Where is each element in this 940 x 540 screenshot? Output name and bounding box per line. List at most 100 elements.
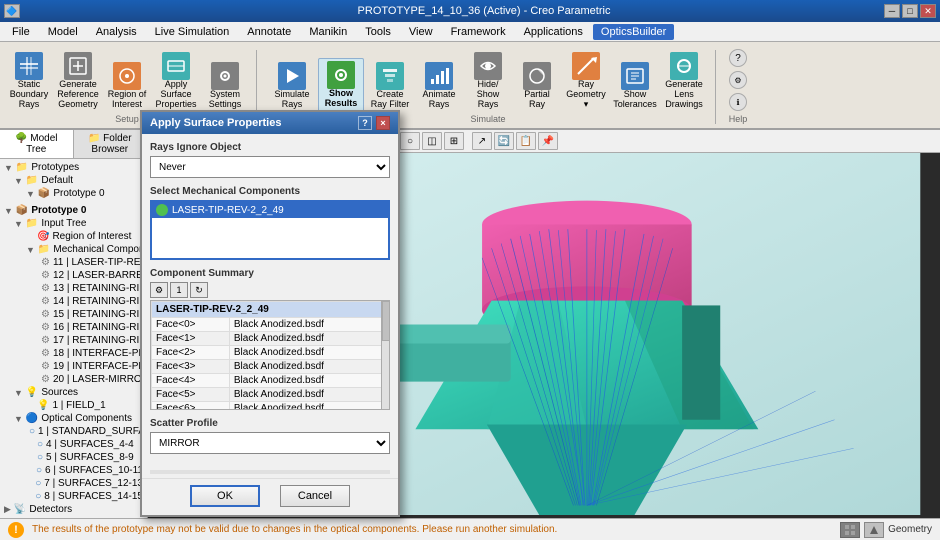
- ribbon-btn-simulate[interactable]: SimulateRays: [269, 60, 315, 112]
- ribbon-btn-show-tolerances[interactable]: ShowTolerances: [612, 60, 658, 112]
- table-row[interactable]: Face<2> Black Anodized.bsdf: [152, 346, 389, 360]
- tab-folder-browser[interactable]: 📁 Folder Browser: [74, 130, 148, 158]
- tree-item-field1[interactable]: 💡 1 | FIELD_1: [2, 399, 145, 412]
- help-btn-3[interactable]: ℹ: [729, 93, 747, 111]
- menu-analysis[interactable]: Analysis: [88, 24, 145, 40]
- menu-annotate[interactable]: Annotate: [239, 24, 299, 40]
- partial-ray-icon: [523, 62, 551, 90]
- rays-ignore-label: Rays Ignore Object: [150, 142, 390, 153]
- menu-live-simulation[interactable]: Live Simulation: [147, 24, 238, 40]
- ribbon-btn-hide-show[interactable]: Hide/Show Rays: [465, 50, 511, 112]
- tree-item-detectors[interactable]: ▶ 📡 Detectors: [2, 503, 145, 516]
- dialog-title-bar[interactable]: Apply Surface Properties ? ×: [142, 112, 398, 134]
- listbox-item-laser-tip[interactable]: LASER-TIP-REV-2_2_49: [152, 202, 388, 218]
- scrollbar-thumb[interactable]: [382, 301, 390, 341]
- rays-ignore-select[interactable]: Never Always Forward Backward: [150, 156, 390, 178]
- tree-item-surfaces-7[interactable]: ○ 7 | SURFACES_12-13: [2, 477, 145, 490]
- ribbon-btn-system-settings[interactable]: SystemSettings: [202, 60, 248, 112]
- scrollbar-track[interactable]: [381, 301, 389, 409]
- tree-item-surfaces-5[interactable]: ○ 5 | SURFACES_8-9: [2, 451, 145, 464]
- tree-item-input-tree[interactable]: ▼ 📁 Input Tree: [2, 217, 145, 230]
- menu-view[interactable]: View: [401, 24, 441, 40]
- tree-item-laser-barrel[interactable]: ⚙ 12 | LASER-BARREL-1_2...: [2, 269, 145, 282]
- menu-tools[interactable]: Tools: [357, 24, 399, 40]
- tree-item-laser-tip[interactable]: ⚙ 11 | LASER-TIP-REV-2_2...: [2, 256, 145, 269]
- ribbon-btn-animate[interactable]: AnimateRays: [416, 60, 462, 112]
- ribbon-btn-static-boundary[interactable]: StaticBoundary Rays: [6, 50, 52, 112]
- table-row[interactable]: Face<5> Black Anodized.bsdf: [152, 388, 389, 402]
- ribbon-btn-region[interactable]: Region ofInterest: [104, 60, 150, 112]
- summary-btn-1[interactable]: ⚙: [150, 282, 168, 298]
- canvas-btn-pin[interactable]: 📌: [538, 132, 558, 150]
- close-button[interactable]: ✕: [920, 4, 936, 18]
- help-btn-2[interactable]: ⚙: [729, 71, 747, 89]
- table-row[interactable]: Face<1> Black Anodized.bsdf: [152, 332, 389, 346]
- table-row[interactable]: Face<6> Black Anodized.bsdf: [152, 402, 389, 411]
- tree-item-mechanical[interactable]: ▼ 📁 Mechanical Components: [2, 243, 145, 256]
- cancel-button[interactable]: Cancel: [280, 485, 350, 507]
- tree-item-surfaces-4[interactable]: ○ 4 | SURFACES_4-4: [2, 438, 145, 451]
- apply-surface-dialog[interactable]: Apply Surface Properties ? × Rays Ignore…: [140, 110, 400, 517]
- canvas-btn-view5[interactable]: ⊞: [444, 132, 464, 150]
- ribbon-btn-show-results[interactable]: ShowResults: [318, 58, 364, 112]
- table-row[interactable]: Face<3> Black Anodized.bsdf: [152, 360, 389, 374]
- ok-button[interactable]: OK: [190, 485, 260, 507]
- tree-item-optical[interactable]: ▼ 🔵 Optical Components: [2, 412, 145, 425]
- tree-item-prototype0-sub[interactable]: ▼ 📦 Prototype 0: [2, 187, 145, 200]
- menu-applications[interactable]: Applications: [516, 24, 591, 40]
- tree-item-surfaces-8[interactable]: ○ 8 | SURFACES_14-15: [2, 490, 145, 503]
- tab-model-tree[interactable]: 🌳 Model Tree: [0, 130, 74, 158]
- canvas-btn-clip[interactable]: 📋: [516, 132, 536, 150]
- tree-item-surfaces-1[interactable]: ○ 1 | STANDARD_SURFA...: [2, 425, 145, 438]
- canvas-btn-view4[interactable]: ◫: [422, 132, 442, 150]
- dialog-footer: OK Cancel: [142, 478, 398, 515]
- panel-tabs: 🌳 Model Tree 📁 Folder Browser: [0, 130, 147, 159]
- tree-item-region[interactable]: 🎯 Region of Interest: [2, 230, 145, 243]
- help-btn-1[interactable]: ?: [729, 49, 747, 67]
- tree-item-interface-19[interactable]: ⚙ 19 | INTERFACE-PLATE-4...: [2, 360, 145, 373]
- table-row[interactable]: Face<0> Black Anodized.bsdf: [152, 318, 389, 332]
- minimize-button[interactable]: ─: [884, 4, 900, 18]
- animate-label: AnimateRays: [422, 90, 455, 110]
- geometry-label: Geometry: [888, 524, 932, 535]
- tree-area[interactable]: ▼ 📁 Prototypes ▼ 📁 Default ▼ 📦 Prototype…: [0, 159, 147, 518]
- system-settings-label: SystemSettings: [209, 90, 242, 110]
- tree-item-retaining-15[interactable]: ⚙ 15 | RETAINING-RING-6...: [2, 308, 145, 321]
- title-bar: 🔷 PROTOTYPE_14_10_36 (Active) - Creo Par…: [0, 0, 940, 22]
- tree-item-laser-mirror[interactable]: ⚙ 20 | LASER-MIRROR-MOU...: [2, 373, 145, 386]
- table-row[interactable]: Face<4> Black Anodized.bsdf: [152, 374, 389, 388]
- canvas-btn-view3[interactable]: ○: [400, 132, 420, 150]
- menu-file[interactable]: File: [4, 24, 38, 40]
- tree-item-prototypes[interactable]: ▼ 📁 Prototypes: [2, 161, 145, 174]
- ribbon-btn-generate-lens[interactable]: Generate LensDrawings: [661, 50, 707, 112]
- ribbon-btn-partial-ray[interactable]: PartialRay: [514, 60, 560, 112]
- tree-item-interface-18[interactable]: ⚙ 18 | INTERFACE-PIPE-3...: [2, 347, 145, 360]
- ribbon-btn-apply-surface[interactable]: Apply SurfaceProperties: [153, 50, 199, 112]
- ribbon-btn-ray-geometry[interactable]: RayGeometry ▾: [563, 50, 609, 112]
- menu-model[interactable]: Model: [40, 24, 86, 40]
- dialog-help-button[interactable]: ?: [358, 116, 372, 130]
- tree-item-retaining-17[interactable]: ⚙ 17 | RETAINING-RING-6...: [2, 334, 145, 347]
- summary-btn-2[interactable]: 1: [170, 282, 188, 298]
- tree-item-prototype0-main[interactable]: ▼ 📦 Prototype 0: [2, 204, 145, 217]
- tree-item-sources[interactable]: ▼ 💡 Sources: [2, 386, 145, 399]
- tree-item-retaining-14[interactable]: ⚙ 14 | RETAINING-RING-6...: [2, 295, 145, 308]
- summary-btn-refresh[interactable]: ↻: [190, 282, 208, 298]
- maximize-button[interactable]: □: [902, 4, 918, 18]
- tree-item-surfaces-6[interactable]: ○ 6 | SURFACES_10-11: [2, 464, 145, 477]
- menu-manikin[interactable]: Manikin: [301, 24, 355, 40]
- tree-item-default[interactable]: ▼ 📁 Default: [2, 174, 145, 187]
- ribbon-btn-create-filter[interactable]: CreateRay Filter: [367, 60, 413, 112]
- menu-opticsbuilder[interactable]: OpticsBuilder: [593, 24, 674, 40]
- scatter-profile-select[interactable]: MIRROR NONE Black Anodized Lambertian: [150, 432, 390, 454]
- help-group-label: Help: [728, 114, 748, 124]
- mechanical-listbox[interactable]: LASER-TIP-REV-2_2_49: [150, 200, 390, 260]
- tree-item-retaining-13[interactable]: ⚙ 13 | RETAINING-RING-6...: [2, 282, 145, 295]
- tree-item-retaining-16[interactable]: ⚙ 16 | RETAINING-RING-6...: [2, 321, 145, 334]
- canvas-btn-arrow[interactable]: ↗: [472, 132, 492, 150]
- ribbon-btn-generate-ref[interactable]: Generate ReferenceGeometry: [55, 50, 101, 112]
- menu-framework[interactable]: Framework: [443, 24, 514, 40]
- canvas-btn-rotate2[interactable]: 🔄: [494, 132, 514, 150]
- animate-icon: [425, 62, 453, 90]
- dialog-close-button[interactable]: ×: [376, 116, 390, 130]
